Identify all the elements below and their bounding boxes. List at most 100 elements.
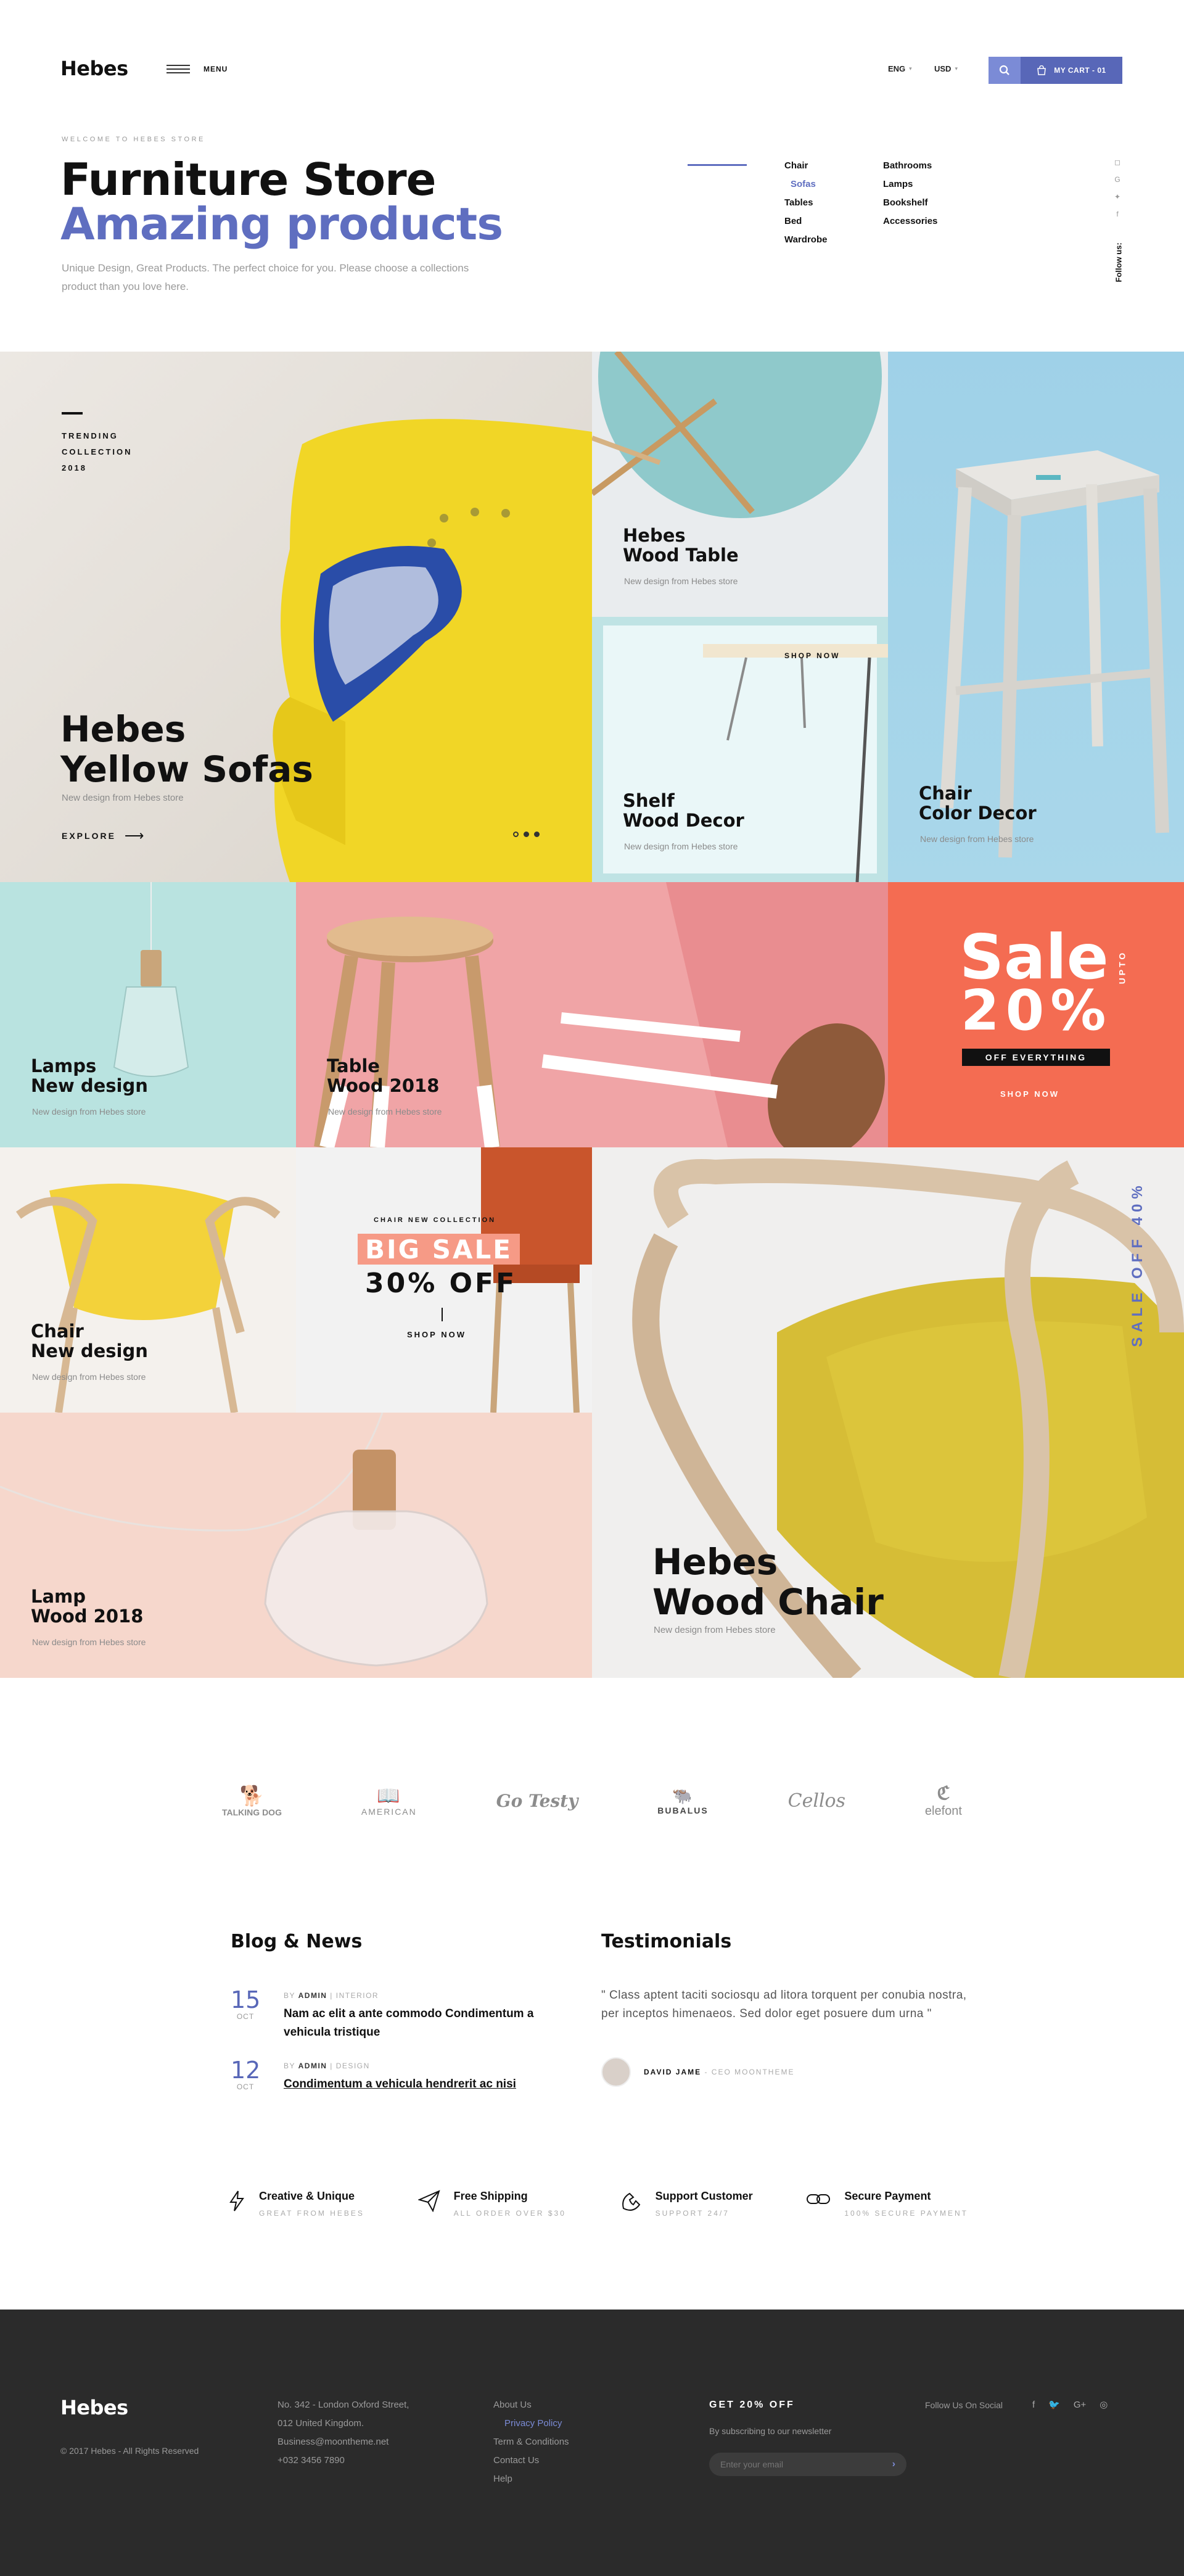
follow-label: Follow us: bbox=[1114, 242, 1124, 283]
testimonial-author: DAVID JAME - CEO MOONTHEME bbox=[644, 2068, 795, 2076]
search-icon bbox=[999, 65, 1009, 75]
newsletter-form: › bbox=[709, 2453, 906, 2476]
features-row: Creative & Unique GREAT FROM HEBES Free S… bbox=[228, 2190, 968, 2218]
footer-logo[interactable]: Hebes bbox=[60, 2396, 128, 2419]
facebook-icon[interactable]: f bbox=[1032, 2396, 1035, 2414]
brand-logo[interactable]: 🐕 TALKING DOG bbox=[222, 1784, 282, 1817]
brand-logo[interactable]: ℭelefont bbox=[925, 1783, 962, 1818]
upto-label: UPTO bbox=[1117, 950, 1127, 985]
sale-shop-now[interactable]: SHOP NOW bbox=[1000, 1089, 1059, 1099]
brand-logo[interactable]: 📖 AMERICAN bbox=[361, 1785, 417, 1817]
tile-wood-chair[interactable]: SALE OFF 40% Hebes Wood Chair New design … bbox=[592, 1147, 1184, 1678]
slider-dot[interactable] bbox=[513, 832, 519, 837]
chevron-right-icon[interactable]: › bbox=[892, 2459, 895, 2470]
wood-table-subtitle: New design from Hebes store bbox=[624, 576, 738, 586]
testimonials-section-title: Testimonials bbox=[601, 1931, 732, 1952]
feature-title: Free Shipping bbox=[453, 2190, 528, 2202]
category-accessories[interactable]: Accessories bbox=[883, 212, 937, 231]
slider-dot[interactable] bbox=[534, 832, 540, 837]
google-plus-icon[interactable]: G+ bbox=[1074, 2396, 1086, 2414]
instagram-icon[interactable]: ◻ bbox=[1114, 158, 1120, 167]
feature-item: Creative & Unique GREAT FROM HEBES bbox=[228, 2190, 364, 2218]
category-wardrobe[interactable]: Wardrobe bbox=[784, 231, 827, 249]
tile-chair-new[interactable]: Chair New design New design from Hebes st… bbox=[0, 1147, 296, 1413]
language-select[interactable]: ENG ▾ bbox=[888, 64, 912, 73]
table-2018-title: Table Wood 2018 bbox=[327, 1055, 440, 1097]
slider-dot[interactable] bbox=[524, 832, 529, 837]
tile-wood-table[interactable]: Hebes Wood Table New design from Hebes st… bbox=[592, 352, 888, 617]
footer-link-help[interactable]: Help bbox=[493, 2470, 569, 2488]
post-meta: BY ADMIN | DESIGN bbox=[284, 2062, 370, 2070]
footer-link-about[interactable]: About Us bbox=[493, 2396, 569, 2414]
footer-link-contact[interactable]: Contact Us bbox=[493, 2451, 569, 2470]
footer-link-privacy[interactable]: Privacy Policy bbox=[493, 2414, 569, 2433]
tile-yellow-sofa[interactable]: TRENDING COLLECTION 2018 Hebes Yellow Sofas… bbox=[0, 352, 592, 882]
footer-address: No. 342 - London Oxford Street, 012 Unit… bbox=[278, 2400, 409, 2466]
menu-toggle[interactable]: MENU bbox=[166, 65, 228, 73]
search-button[interactable] bbox=[989, 57, 1021, 84]
category-bookshelf[interactable]: Bookshelf bbox=[883, 194, 937, 212]
tile-big-sale[interactable]: CHAIR NEW COLLECTION BIG SALE 30% OFF SH… bbox=[296, 1147, 592, 1413]
currency-select[interactable]: USD ▾ bbox=[934, 64, 958, 73]
explore-link[interactable]: EXPLORE ⟶ bbox=[62, 828, 144, 844]
cta-divider bbox=[442, 1308, 443, 1321]
shelf-subtitle: New design from Hebes store bbox=[624, 841, 738, 851]
bolt-icon bbox=[229, 2190, 244, 2211]
welcome-text: WELCOME TO HEBES STORE bbox=[62, 136, 205, 143]
feature-title: Creative & Unique bbox=[259, 2190, 355, 2202]
post-title[interactable]: Condimentum a vehicula hendrerit ac nisi bbox=[284, 2075, 543, 2094]
brand-logo[interactable]: Go Testy bbox=[496, 1791, 578, 1811]
avatar bbox=[601, 2057, 631, 2087]
explore-label: EXPLORE bbox=[62, 831, 116, 841]
feature-item: Free Shipping ALL ORDER OVER $30 bbox=[417, 2190, 566, 2218]
lamp-wood-title: Lamp Wood 2018 bbox=[31, 1586, 144, 1627]
footer-social-icons: f 🐦 G+ ◎ bbox=[1032, 2396, 1108, 2414]
kicker-dash bbox=[62, 412, 83, 415]
cart-button[interactable]: MY CART - 01 bbox=[1021, 57, 1122, 84]
category-chair[interactable]: Chair bbox=[784, 157, 827, 175]
newsletter-email-input[interactable] bbox=[720, 2459, 868, 2469]
big-sale-off: 30% OFF bbox=[365, 1268, 517, 1299]
site-logo[interactable]: Hebes bbox=[60, 57, 128, 80]
category-tables[interactable]: Tables bbox=[784, 194, 827, 212]
tile-shelf[interactable]: SHOP NOW Shelf Wood Decor New design from… bbox=[592, 617, 888, 882]
chevron-down-icon: ▾ bbox=[955, 65, 958, 72]
wood-table-title: Hebes Wood Table bbox=[623, 525, 739, 566]
tile-sale-20[interactable]: Sale UPTO 20% OFF EVERYTHING SHOP NOW bbox=[888, 882, 1184, 1147]
category-lamps[interactable]: Lamps bbox=[883, 175, 937, 194]
trending-kicker: TRENDING COLLECTION 2018 bbox=[62, 431, 133, 473]
chair-decor-title: Chair Color Decor bbox=[919, 783, 1037, 824]
footer-link-terms[interactable]: Term & Conditions bbox=[493, 2433, 569, 2451]
tile-table-2018[interactable]: Table Wood 2018 New design from Hebes sto… bbox=[296, 882, 888, 1147]
feature-item: Secure Payment 100% SECURE PAYMENT bbox=[806, 2190, 968, 2218]
tile-chair-color-decor[interactable]: Chair Color Decor New design from Hebes s… bbox=[888, 352, 1184, 882]
paper-plane-icon bbox=[417, 2190, 440, 2212]
footer-links: About Us Privacy Policy Term & Condition… bbox=[493, 2396, 569, 2488]
footer-copyright: © 2017 Hebes - All Rights Reserved bbox=[60, 2446, 199, 2456]
category-list-1: Chair Sofas Tables Bed Wardrobe bbox=[784, 157, 827, 249]
newsletter-title: GET 20% OFF bbox=[709, 2400, 795, 2410]
instagram-icon[interactable]: ◎ bbox=[1100, 2396, 1108, 2414]
feature-subtitle: 100% SECURE PAYMENT bbox=[844, 2209, 968, 2218]
google-plus-icon[interactable]: G bbox=[1114, 175, 1120, 184]
post-title[interactable]: Nam ac elit a ante commodo Condimentum a… bbox=[284, 2005, 543, 2042]
tile-lamp-wood[interactable]: Lamp Wood 2018 New design from Hebes stor… bbox=[0, 1413, 592, 1678]
facebook-icon[interactable]: f bbox=[1116, 210, 1118, 218]
twitter-icon[interactable]: ✦ bbox=[1114, 192, 1120, 201]
lamp-wood-subtitle: New design from Hebes store bbox=[32, 1637, 146, 1647]
category-sofas[interactable]: Sofas bbox=[784, 175, 827, 194]
big-sale-shop-now[interactable]: SHOP NOW bbox=[407, 1330, 466, 1339]
twitter-icon[interactable]: 🐦 bbox=[1048, 2396, 1060, 2414]
shopping-bag-icon bbox=[1037, 65, 1046, 75]
brand-logo[interactable]: 🐃 BUBALUS bbox=[657, 1786, 708, 1815]
testimonial-quote: " Class aptent taciti sociosqu ad litora… bbox=[601, 1989, 967, 2020]
category-bed[interactable]: Bed bbox=[784, 212, 827, 231]
menu-label: MENU bbox=[204, 65, 228, 73]
category-bathrooms[interactable]: Bathrooms bbox=[883, 157, 937, 175]
footer-email-link[interactable]: Business@moontheme.net bbox=[278, 2433, 409, 2451]
shelf-shop-now[interactable]: SHOP NOW bbox=[784, 651, 840, 660]
lamps-title: Lamps New design bbox=[31, 1055, 148, 1097]
tile-lamps[interactable]: Lamps New design New design from Hebes st… bbox=[0, 882, 296, 1147]
brand-logo[interactable]: Cellos bbox=[788, 1790, 845, 1812]
wood-chair-title: Hebes Wood Chair bbox=[652, 1541, 884, 1623]
